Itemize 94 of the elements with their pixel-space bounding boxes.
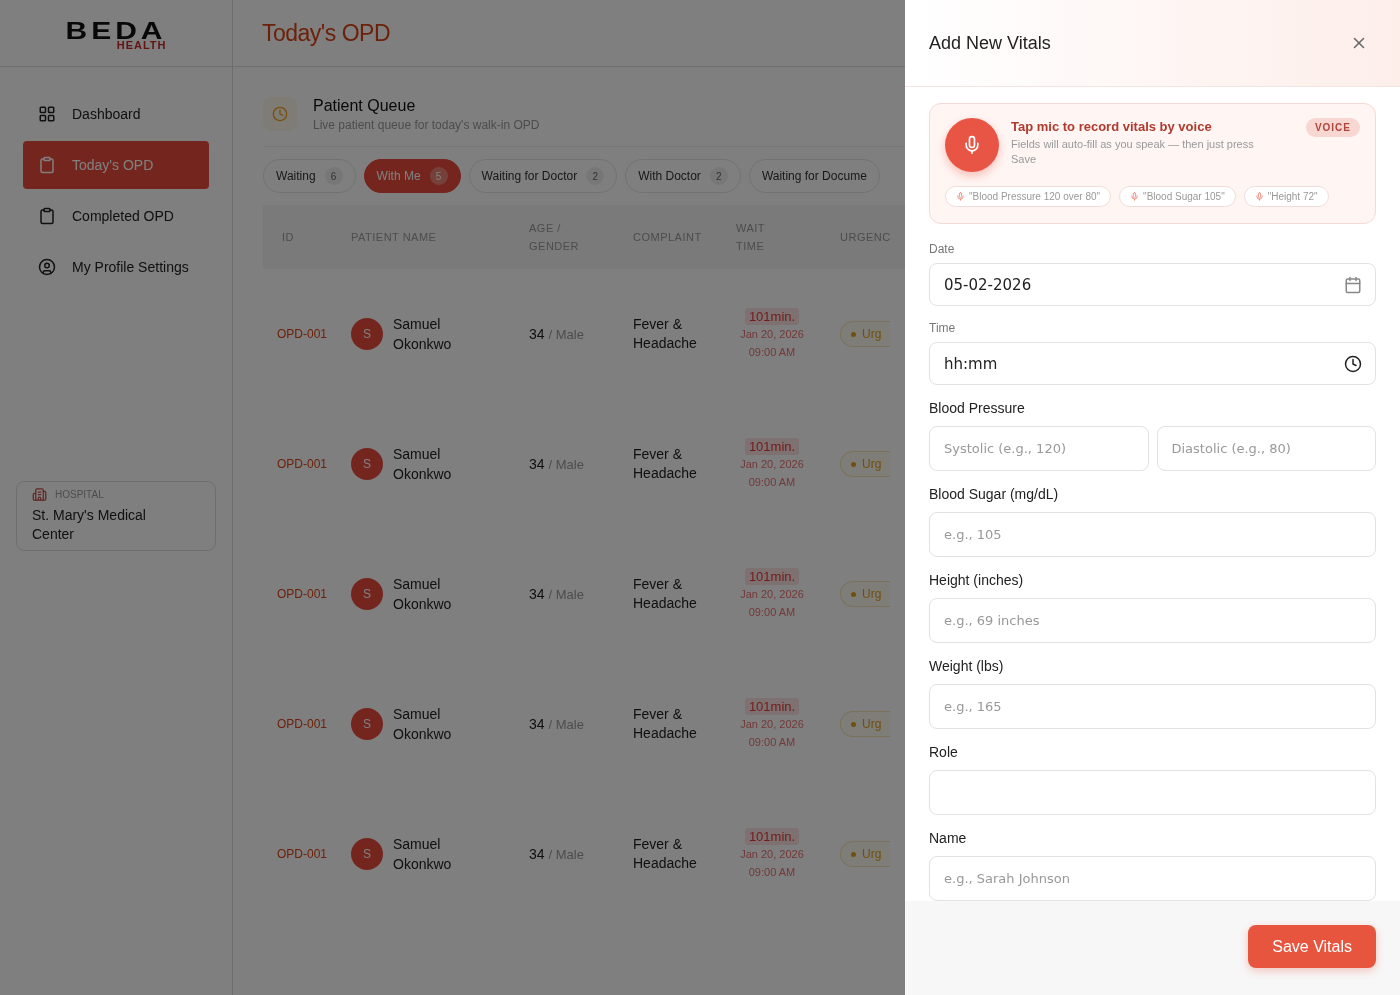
urgency-badge: Urg bbox=[840, 711, 890, 737]
status-tab[interactable]: Waiting for Docume bbox=[748, 159, 880, 193]
field-label: Weight (lbs) bbox=[929, 658, 1005, 674]
patient-id: OPD-001 bbox=[276, 327, 329, 341]
sidebar-item[interactable]: Completed OPD bbox=[23, 192, 209, 240]
wait-badge: 101min. bbox=[744, 827, 800, 845]
wait-date: Jan 20, 2026 bbox=[740, 456, 804, 472]
sidebar-item[interactable]: My Profile Settings bbox=[23, 243, 209, 291]
section-title: Patient Queue bbox=[313, 97, 417, 115]
calendar-icon[interactable] bbox=[1344, 275, 1362, 294]
clipboard-icon bbox=[38, 156, 56, 174]
voice-title: Tap mic to record vitals by voice bbox=[1011, 119, 1213, 134]
status-tab[interactable]: Waiting for Doctor 2 bbox=[468, 159, 618, 193]
voice-example-chip[interactable]: "Blood Pressure 120 over 80" bbox=[945, 186, 1112, 207]
wait-badge: 101min. bbox=[744, 697, 800, 715]
page-title: Today's OPD bbox=[262, 19, 390, 47]
wait-badge: 101min. bbox=[744, 437, 800, 455]
complaint: Fever & Headache bbox=[633, 835, 698, 873]
clipboard-icon bbox=[38, 207, 56, 225]
mic-icon bbox=[956, 192, 965, 201]
status-tab[interactable]: With Doctor 2 bbox=[625, 159, 741, 193]
wait-time: 09:00 AM bbox=[748, 474, 796, 490]
wait-date: Jan 20, 2026 bbox=[740, 326, 804, 342]
wait-time: 09:00 AM bbox=[748, 344, 796, 360]
field-label: Date bbox=[929, 242, 956, 256]
avatar: S bbox=[351, 448, 383, 480]
patient-name: Samuel Okonkwo bbox=[393, 575, 453, 614]
time-field[interactable]: hh:mm bbox=[929, 342, 1376, 385]
urgency-badge: Urg bbox=[840, 451, 890, 477]
input-field[interactable]: e.g., 69 inches bbox=[929, 598, 1376, 643]
input-field[interactable]: Systolic (e.g., 120) bbox=[929, 426, 1149, 471]
complaint: Fever & Headache bbox=[633, 315, 698, 353]
complaint: Fever & Headache bbox=[633, 705, 698, 743]
input-field[interactable]: e.g., 105 bbox=[929, 512, 1376, 557]
logo: BEDA HEALTH bbox=[65, 15, 167, 51]
wait-date: Jan 20, 2026 bbox=[740, 846, 804, 862]
patient-id: OPD-001 bbox=[276, 847, 329, 861]
wait-badge: 101min. bbox=[744, 307, 800, 325]
patient-name: Samuel Okonkwo bbox=[393, 315, 453, 354]
mic-icon bbox=[1130, 192, 1140, 201]
input-field[interactable]: e.g., 165 bbox=[929, 684, 1376, 729]
hospital-name: St. Mary's Medical Center bbox=[32, 506, 147, 544]
patient-id: OPD-001 bbox=[276, 457, 329, 471]
voice-badge: VOICE bbox=[1305, 118, 1360, 137]
input-field[interactable]: e.g., Sarah Johnson bbox=[929, 856, 1376, 901]
sidebar-item[interactable]: Dashboard bbox=[23, 90, 209, 138]
wait-time: 09:00 AM bbox=[748, 734, 796, 750]
field-label: Name bbox=[929, 830, 968, 846]
voice-example-chip[interactable]: "Height 72" bbox=[1243, 186, 1329, 207]
save-button[interactable]: Save Vitals bbox=[1248, 925, 1376, 968]
patient-id: OPD-001 bbox=[276, 717, 329, 731]
patient-id: OPD-001 bbox=[276, 587, 329, 601]
date-field[interactable]: 05-02-2026 bbox=[929, 263, 1376, 306]
input-field[interactable] bbox=[929, 770, 1376, 815]
status-tab[interactable]: With Me 5 bbox=[363, 159, 461, 193]
count-badge: 6 bbox=[324, 167, 343, 185]
complaint: Fever & Headache bbox=[633, 575, 698, 613]
patient-name: Samuel Okonkwo bbox=[393, 835, 453, 874]
status-tab[interactable]: Waiting 6 bbox=[263, 159, 356, 193]
user-icon bbox=[38, 258, 56, 276]
sidebar-item[interactable]: Today's OPD bbox=[23, 141, 209, 189]
voice-example-chip[interactable]: "Blood Sugar 105" bbox=[1119, 186, 1236, 207]
field-label: Role bbox=[929, 744, 959, 760]
avatar: S bbox=[351, 838, 383, 870]
urgency-badge: Urg bbox=[840, 321, 890, 347]
avatar: S bbox=[351, 708, 383, 740]
mic-button[interactable] bbox=[945, 118, 999, 172]
clock-icon[interactable] bbox=[1344, 354, 1362, 373]
patient-name: Samuel Okonkwo bbox=[393, 445, 453, 484]
wait-time: 09:00 AM bbox=[748, 604, 796, 620]
drawer-title: Add New Vitals bbox=[929, 32, 1051, 54]
building-icon bbox=[32, 487, 47, 502]
field-label: Height (inches) bbox=[929, 572, 1025, 588]
wait-date: Jan 20, 2026 bbox=[740, 716, 804, 732]
patient-name: Samuel Okonkwo bbox=[393, 705, 453, 744]
voice-description: Fields will auto-fill as you speak — then just press Save bbox=[1011, 137, 1255, 167]
count-badge: 2 bbox=[586, 167, 605, 185]
clock-icon bbox=[263, 97, 297, 131]
avatar: S bbox=[351, 578, 383, 610]
grid-icon bbox=[38, 105, 56, 123]
field-label: Blood Pressure bbox=[929, 400, 1026, 416]
wait-badge: 101min. bbox=[744, 567, 800, 585]
input-field[interactable]: Diastolic (e.g., 80) bbox=[1156, 426, 1376, 471]
urgency-badge: Urg bbox=[840, 841, 890, 867]
wait-time: 09:00 AM bbox=[748, 864, 796, 880]
avatar: S bbox=[351, 318, 383, 350]
complaint: Fever & Headache bbox=[633, 445, 698, 483]
field-label: Blood Sugar (mg/dL) bbox=[929, 486, 1060, 502]
mic-icon bbox=[1254, 192, 1264, 201]
urgency-badge: Urg bbox=[840, 581, 890, 607]
wait-date: Jan 20, 2026 bbox=[740, 586, 804, 602]
field-label: Time bbox=[929, 321, 957, 335]
count-badge: 2 bbox=[709, 167, 728, 185]
mic-icon bbox=[962, 135, 982, 155]
